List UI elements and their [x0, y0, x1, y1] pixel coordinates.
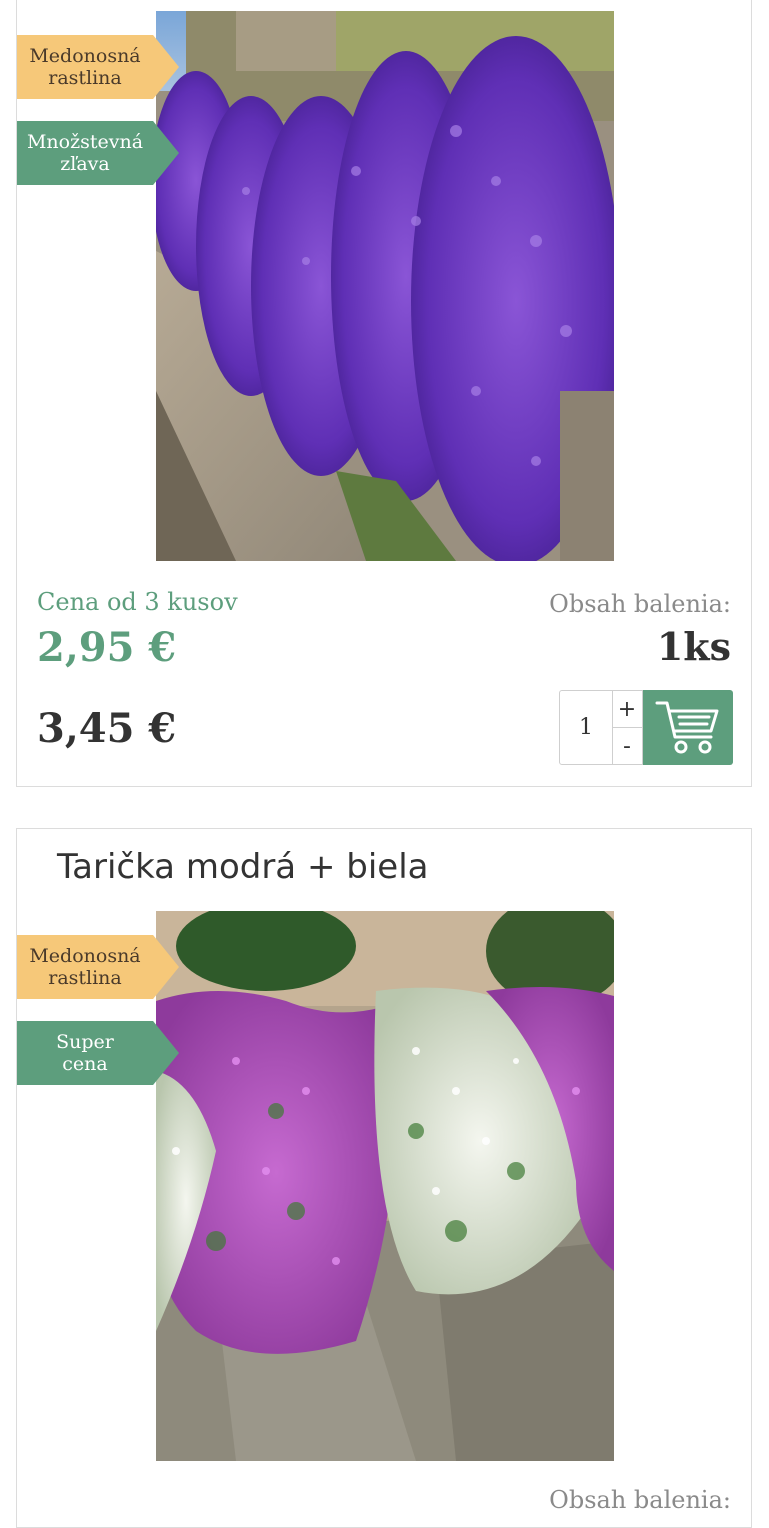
- quantity-stepper: + -: [559, 690, 643, 765]
- product-title[interactable]: Tarička modrá + biela: [57, 847, 428, 887]
- package-content-label: Obsah balenia:: [549, 1486, 731, 1514]
- badge-label: Medonosná rastlina: [29, 45, 141, 89]
- quantity-decrease-button[interactable]: -: [612, 728, 642, 764]
- badge-quantity-discount: Množstevná zľava: [17, 121, 179, 185]
- cart-icon: [655, 701, 719, 753]
- badge-honey-plant: Medonosná rastlina: [17, 935, 179, 999]
- product-image[interactable]: [156, 11, 614, 561]
- package-content-value: 1ks: [656, 624, 731, 669]
- quantity-input[interactable]: [560, 691, 613, 764]
- badge-honey-plant: Medonosná rastlina: [17, 35, 179, 99]
- bulk-price-label: Cena od 3 kusov: [37, 588, 238, 616]
- badge-label: Super cena: [56, 1031, 114, 1075]
- badge-label: Medonosná rastlina: [29, 945, 141, 989]
- product-image[interactable]: [156, 911, 614, 1461]
- product-card: Medonosná rastlina Množstevná zľava Cena o…: [16, 0, 752, 787]
- badge-label: Množstevná zľava: [26, 131, 144, 175]
- product-card: Tarička modrá + biela Medonosná rastlina…: [16, 828, 752, 1528]
- regular-price: 3,45 €: [37, 705, 177, 752]
- quantity-increase-button[interactable]: +: [612, 691, 642, 728]
- add-to-cart-button[interactable]: [643, 690, 733, 765]
- bulk-price: 2,95 €: [37, 624, 177, 671]
- badge-super-price: Super cena: [17, 1021, 179, 1085]
- package-content-label: Obsah balenia:: [549, 590, 731, 618]
